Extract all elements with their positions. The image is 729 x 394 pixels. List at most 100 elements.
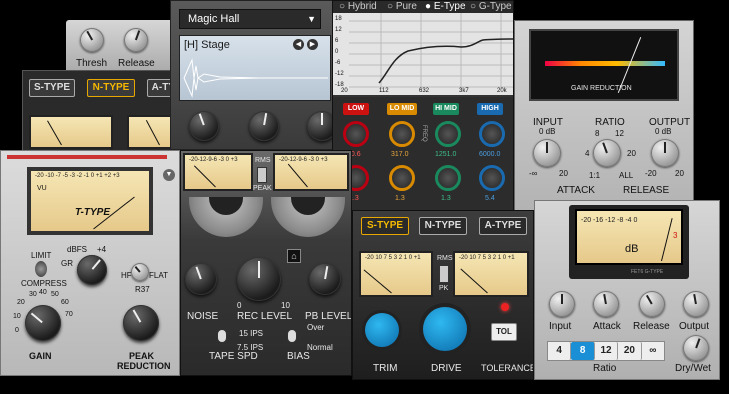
eq-x-tick: 20: [341, 88, 348, 94]
freq-vertical-label: FREQ: [421, 125, 427, 142]
gr-label: GR: [61, 259, 73, 268]
ratio-4-button[interactable]: 4: [548, 342, 572, 360]
gr-ratio-knob[interactable]: [593, 139, 621, 167]
s-type-button[interactable]: S-TYPE: [29, 79, 75, 97]
tape-rms-peak-switch[interactable]: [257, 167, 267, 183]
tape-peak-label: PEAK: [253, 185, 272, 192]
fet-badge: FET6 G-TYPE: [631, 269, 664, 275]
eq-y-tick: 0: [335, 49, 339, 55]
type-panel-left: S-TYPE N-TYPE A-TYPE: [22, 70, 182, 155]
peak-reduction-knob[interactable]: [123, 305, 159, 341]
tape-rms-label: RMS: [255, 157, 271, 164]
thresh-knob[interactable]: [80, 28, 104, 52]
reverb-knob-1[interactable]: [189, 111, 219, 141]
lomid-freq-knob[interactable]: [389, 121, 415, 147]
ratio-inf-button[interactable]: ∞: [642, 342, 664, 360]
drive-meter-scale-left: -20 10 7 5 3 2 1 0 +1: [365, 255, 421, 261]
himid-freq-knob[interactable]: [435, 121, 461, 147]
eq-x-tick: 20k: [497, 88, 507, 94]
tape-meter-left: -20-12-9-6 -3 0 +3: [183, 153, 253, 191]
drive-rms-pk-switch[interactable]: [439, 265, 449, 283]
tol-button[interactable]: TOL: [491, 323, 517, 341]
hf-knob[interactable]: [131, 263, 149, 281]
next-icon[interactable]: ▶: [307, 39, 318, 50]
tape-meter-scale-right: -20-12-9-6 -3 0 +3: [279, 157, 328, 163]
high-freq-knob[interactable]: [479, 121, 505, 147]
dbfs-selector-knob[interactable]: [77, 255, 107, 285]
band-himid-label: HI MID: [433, 103, 459, 115]
ratio-tick: 12: [615, 129, 624, 138]
eq-curve-display: 18 12 6 0 -6 -12 -18 20 112 632 3k7 20k: [333, 13, 513, 95]
plus4-label: +4: [97, 245, 107, 254]
dropdown-arrow-icon: ▼: [307, 14, 316, 24]
limit-label: LIMIT: [31, 251, 52, 260]
mode-etype[interactable]: ● E-Type: [425, 1, 466, 12]
mode-gtype[interactable]: ○ G-Type: [470, 1, 512, 12]
bias-switch[interactable]: [287, 329, 297, 343]
prev-icon[interactable]: ◀: [293, 39, 304, 50]
fet-release-knob[interactable]: [639, 291, 665, 317]
eq-x-tick: 112: [379, 88, 389, 94]
gain-knob[interactable]: [25, 305, 61, 341]
himid-gain-knob[interactable]: [435, 165, 461, 191]
ratio-20-button[interactable]: 20: [618, 342, 642, 360]
drive-meter-right: -20 10 7 5 3 2 1 0 +1: [453, 251, 529, 297]
mode-hybrid[interactable]: ○ Hybrid: [339, 1, 377, 12]
trim-label: TRIM: [373, 363, 398, 374]
output-plus20: 20: [675, 169, 684, 178]
lomid-gain-knob[interactable]: [389, 165, 415, 191]
drive-a-type-button[interactable]: A-TYPE: [479, 217, 527, 235]
noise-label: NOISE: [187, 311, 219, 322]
gr-input-knob[interactable]: [533, 139, 561, 167]
input-db-label: 0 dB: [539, 127, 556, 136]
noise-knob[interactable]: [185, 263, 217, 295]
drive-s-type-button[interactable]: S-TYPE: [361, 217, 409, 235]
limit-compress-switch[interactable]: [35, 261, 47, 277]
release-label: Release: [118, 58, 155, 69]
gain-tick: 50: [51, 291, 59, 298]
high-gain-knob[interactable]: [479, 165, 505, 191]
input-minus-inf: -∞: [529, 169, 538, 178]
trim-knob[interactable]: [365, 313, 399, 347]
fet-vu-meter: -20 -16 -12 -8 -4 0 3 dB: [575, 209, 683, 265]
lock-icon[interactable]: ⌂: [287, 249, 301, 263]
reverb-preset-dropdown[interactable]: Magic Hall ▼: [179, 9, 321, 29]
gain-tick: 0: [15, 327, 19, 334]
reverb-knob-2[interactable]: [249, 111, 279, 141]
fet-input-knob[interactable]: [549, 291, 575, 317]
gr-output-knob[interactable]: [651, 139, 679, 167]
high-freq-value: 6000.0: [479, 151, 501, 158]
flat-label: FLAT: [149, 271, 168, 280]
gain-tick: 70: [65, 311, 73, 318]
fet-meter-scale: -20 -16 -12 -8 -4 0: [581, 217, 638, 224]
mode-pure[interactable]: ○ Pure: [387, 1, 417, 12]
fet-ratio-selector: 4 8 12 20 ∞: [547, 341, 665, 361]
dbfs-label: dBFS: [67, 245, 88, 254]
output-db-label: 0 dB: [655, 127, 672, 136]
reverb-display: [H] Stage ◀ ▶: [179, 35, 331, 101]
ratio-label: RATIO: [595, 117, 625, 128]
ratio-tick: ALL: [619, 171, 634, 180]
tape-speed-switch[interactable]: [217, 329, 227, 343]
ratio-8-button[interactable]: 8: [571, 342, 595, 360]
drive-pk-label: PK: [439, 285, 449, 292]
ratio-12-button[interactable]: 12: [595, 342, 619, 360]
fet-attack-knob[interactable]: [593, 291, 619, 317]
release-knob[interactable]: [124, 28, 148, 52]
fet-drywet-knob[interactable]: [683, 335, 709, 361]
gr-meter-label: GAIN REDUCTION: [571, 85, 632, 92]
tape-reel-right: [271, 197, 345, 237]
rec-level-knob[interactable]: [237, 257, 281, 301]
low-freq-knob[interactable]: [343, 121, 369, 147]
ttype-panel: ▼ -20 -10 -7 -5 -3 -2 -1 0 +1 +2 +3 VU T…: [0, 150, 180, 376]
ttype-menu-icon[interactable]: ▼: [163, 169, 175, 181]
fet-output-knob[interactable]: [683, 291, 709, 317]
reverb-decay-graph: [183, 58, 328, 98]
pb-level-knob[interactable]: [309, 263, 341, 295]
tape-spd-label: TAPE SPD: [209, 351, 258, 362]
drive-knob[interactable]: [423, 307, 467, 351]
n-type-button[interactable]: N-TYPE: [87, 79, 135, 97]
tape-reel-left: [189, 197, 263, 237]
eq-x-tick: 3k7: [459, 88, 469, 94]
drive-n-type-button[interactable]: N-TYPE: [419, 217, 467, 235]
